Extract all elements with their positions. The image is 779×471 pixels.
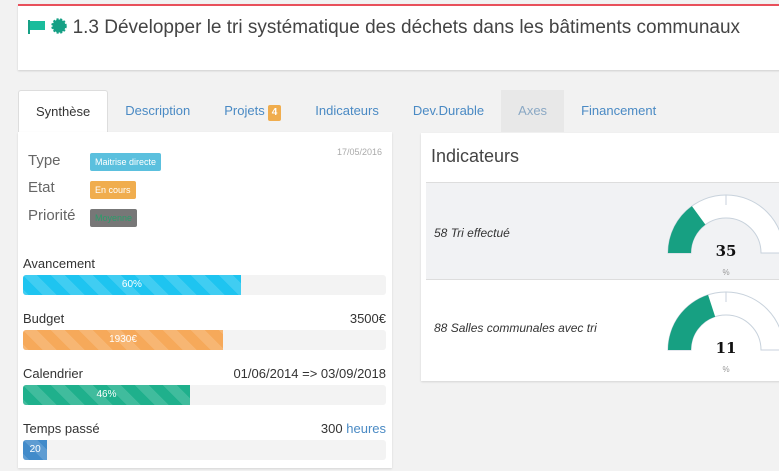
- date: 17/05/2016: [336, 147, 382, 157]
- progress-bar: 60%: [23, 275, 386, 295]
- priorite-badge: Moyenne: [90, 209, 138, 227]
- etat-label: Etat: [28, 179, 55, 196]
- progress-fill: 20: [23, 440, 48, 460]
- tab-label: Dev.Durable: [412, 103, 485, 118]
- tab-dev-durable[interactable]: Dev.Durable: [396, 90, 501, 132]
- synthese-panel: 17/05/2016 Type Maitrise directe Etat En…: [18, 132, 392, 468]
- flag-icon: [28, 20, 45, 34]
- indicateurs-panel: Indicateurs 58 Tri effectué 35 % 88 Sall…: [421, 133, 779, 381]
- certificate-icon: [51, 18, 68, 34]
- right-unit: heures: [346, 421, 386, 436]
- progress-fill: 1930€: [23, 330, 223, 350]
- tab-description[interactable]: Description: [108, 90, 207, 132]
- progress-fill: 46%: [23, 385, 190, 405]
- gauge: 11 %: [667, 291, 779, 374]
- tab-bar: Synthèse Description Projets 4 Indicateur…: [18, 90, 673, 132]
- progress-bar: 20: [23, 440, 386, 460]
- gauge-unit: %: [722, 365, 729, 374]
- type-badge: Maitrise directe: [90, 153, 162, 171]
- tab-indicateurs[interactable]: Indicateurs: [298, 90, 396, 132]
- progress-right: 300: [320, 421, 343, 436]
- tab-label: Projets: [224, 103, 265, 118]
- page-title: 1.3 Développer le tri systématique des d…: [72, 17, 741, 38]
- priorite-label: Priorité: [28, 207, 76, 224]
- indicator-label: Salles communales avec tri: [450, 321, 597, 335]
- type-label: Type: [28, 152, 61, 169]
- indicator-row[interactable]: 88 Salles communales avec tri 11 %: [426, 279, 779, 376]
- gauge: 35 %: [667, 194, 779, 277]
- progress-label: Avancement: [23, 256, 96, 271]
- indicator-id: 58: [434, 226, 448, 240]
- indicateurs-title: Indicateurs: [431, 146, 520, 166]
- indicator-row[interactable]: 58 Tri effectué 35 %: [426, 182, 779, 279]
- gauge-value: 11: [716, 339, 737, 357]
- page-header: 1.3 Développer le tri systématique des d…: [18, 4, 779, 70]
- tab-financement[interactable]: Financement: [564, 90, 673, 132]
- projets-count-badge: 4: [267, 105, 282, 121]
- tab-synthese[interactable]: Synthèse: [18, 90, 109, 132]
- progress-2: Calendrier 01/06/2014 => 03/09/2018 46%: [23, 366, 386, 405]
- indicator-label: Tri effectué: [450, 226, 510, 240]
- progress-label: Budget: [23, 311, 65, 326]
- tab-label: Indicateurs: [315, 103, 379, 118]
- progress-fill: 60%: [23, 275, 241, 295]
- progress-right: 01/06/2014 => 03/09/2018: [233, 366, 386, 381]
- progress-3: Temps passé 300 heures 20: [23, 421, 386, 460]
- gauge-unit: %: [722, 268, 729, 277]
- progress-label: Calendrier: [23, 366, 83, 381]
- progress-1: Budget 3500€ 1930€: [23, 311, 386, 350]
- tab-label: Synthèse: [36, 104, 91, 119]
- indicator-id: 88: [434, 321, 448, 335]
- tab-label: Axes: [518, 103, 548, 118]
- progress-bar: 46%: [23, 385, 386, 405]
- gauge-value: 35: [716, 242, 737, 260]
- indicator-name: 58 Tri effectué: [434, 226, 510, 240]
- indicator-name: 88 Salles communales avec tri: [434, 321, 597, 335]
- tab-projets[interactable]: Projets 4: [207, 90, 298, 132]
- progress-bar: 1930€: [23, 330, 386, 350]
- etat-badge: En cours: [90, 181, 136, 199]
- tab-label: Financement: [581, 103, 657, 118]
- progress-label: Temps passé: [23, 421, 100, 436]
- tab-label: Description: [125, 103, 191, 118]
- progress-right: 3500€: [349, 311, 386, 326]
- tab-axes[interactable]: Axes: [501, 90, 565, 132]
- progress-0: Avancement 60%: [23, 256, 386, 295]
